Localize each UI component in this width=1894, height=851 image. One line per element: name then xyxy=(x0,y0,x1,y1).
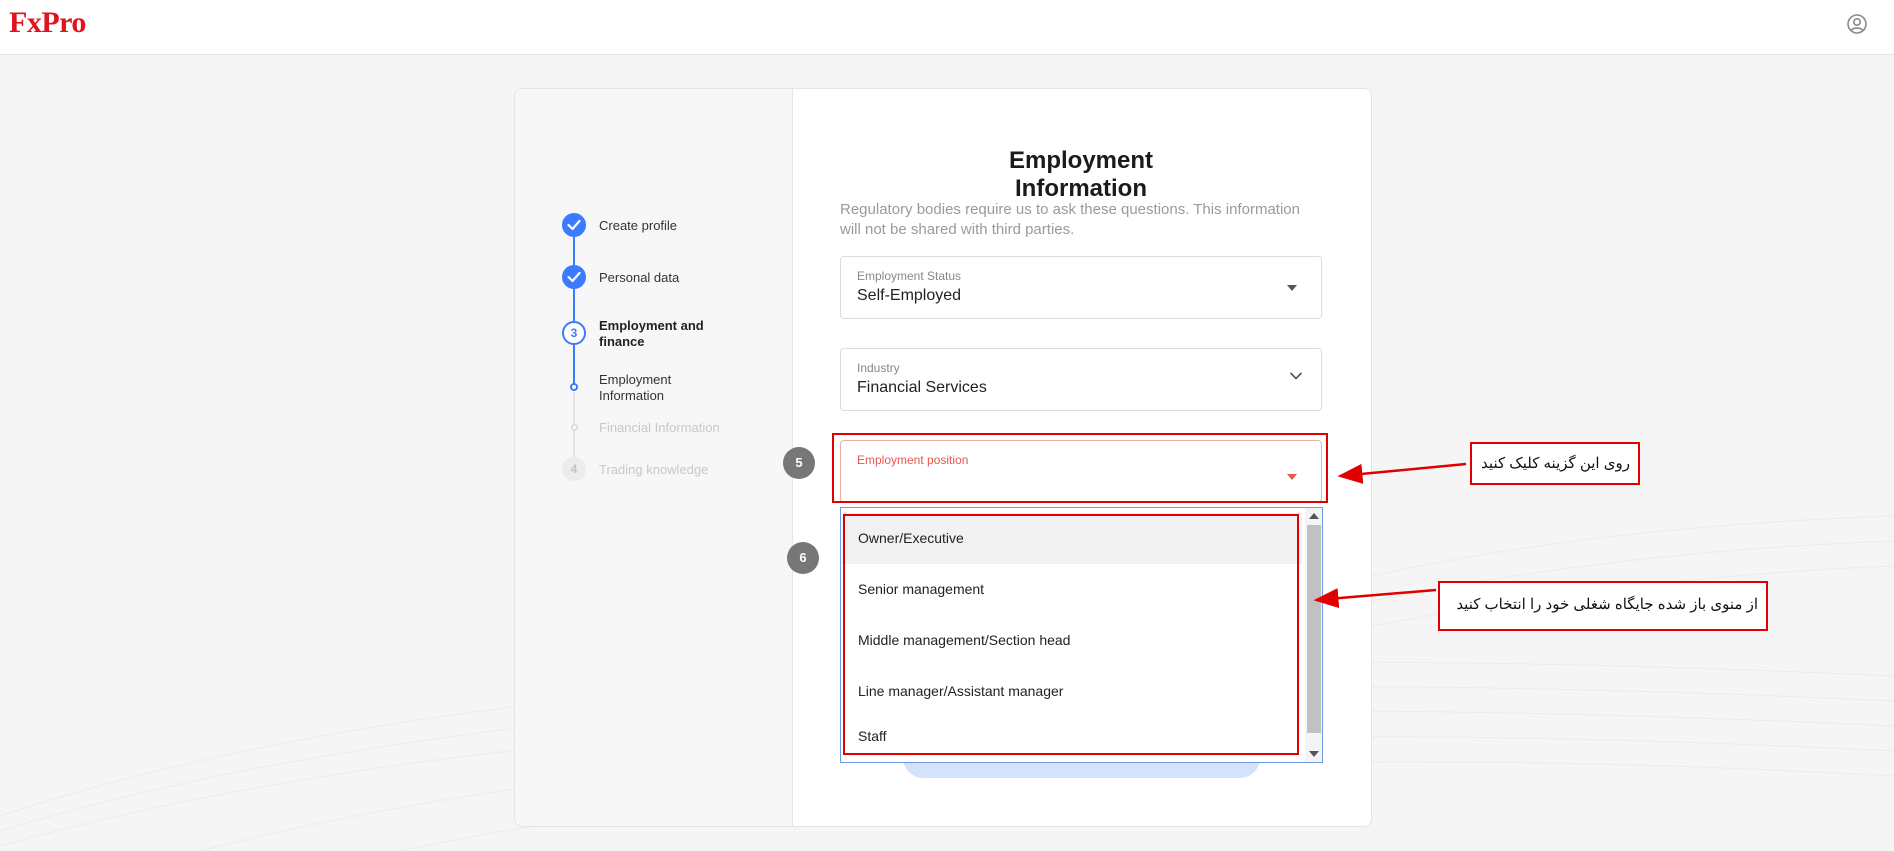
substep-1-label: Employment Information xyxy=(599,372,672,403)
user-circle-icon[interactable] xyxy=(1845,12,1869,36)
fxpro-logo[interactable]: FxPro xyxy=(9,6,86,40)
industry-value: Financial Services xyxy=(857,379,987,396)
employment-status-label: Employment Status xyxy=(857,269,962,283)
step-3-label: Employment and finance xyxy=(599,318,704,349)
step-connector xyxy=(573,288,575,321)
step-3-number: 3 xyxy=(562,321,586,345)
step-1-check-icon xyxy=(562,213,586,237)
step-4-label: Trading knowledge xyxy=(599,462,709,477)
scroll-down-icon[interactable] xyxy=(1309,751,1319,757)
employment-status-select[interactable]: Employment Status Self-Employed xyxy=(840,256,1322,319)
employment-status-value: Self-Employed xyxy=(857,287,962,304)
step-connector xyxy=(573,345,575,388)
highlight-position-field xyxy=(832,433,1328,503)
chevron-down-icon xyxy=(1289,372,1303,380)
substep-1-dot xyxy=(570,383,578,391)
stepper-panel xyxy=(515,89,793,826)
step-2-check-icon xyxy=(562,265,586,289)
step-1-label: Create profile xyxy=(599,218,678,233)
substep-2-dot xyxy=(571,424,578,431)
instruction-note-5: روی این گزینه کلیک کنید xyxy=(1470,442,1640,485)
step-badge-5: 5 xyxy=(783,447,815,479)
step-4-number: 4 xyxy=(562,457,586,481)
step-badge-6: 6 xyxy=(787,542,819,574)
dropdown-scrollbar[interactable] xyxy=(1305,508,1322,762)
scroll-thumb[interactable] xyxy=(1307,525,1321,733)
industry-label: Industry xyxy=(857,361,900,375)
caret-down-icon xyxy=(1287,285,1297,291)
page-subtitle: Regulatory bodies require us to ask thes… xyxy=(840,201,1300,238)
industry-select[interactable]: Industry Financial Services xyxy=(840,348,1322,411)
substep-2-label: Financial Information xyxy=(599,420,720,435)
page-title: Employment Information xyxy=(1008,147,1154,202)
scroll-up-icon[interactable] xyxy=(1309,513,1319,519)
step-2-label: Personal data xyxy=(599,270,680,285)
highlight-dropdown-options xyxy=(843,514,1299,755)
instruction-note-6: از منوی باز شده جایگاه شغلی خود را انتخا… xyxy=(1438,581,1768,631)
top-header: FxPro xyxy=(0,0,1894,55)
